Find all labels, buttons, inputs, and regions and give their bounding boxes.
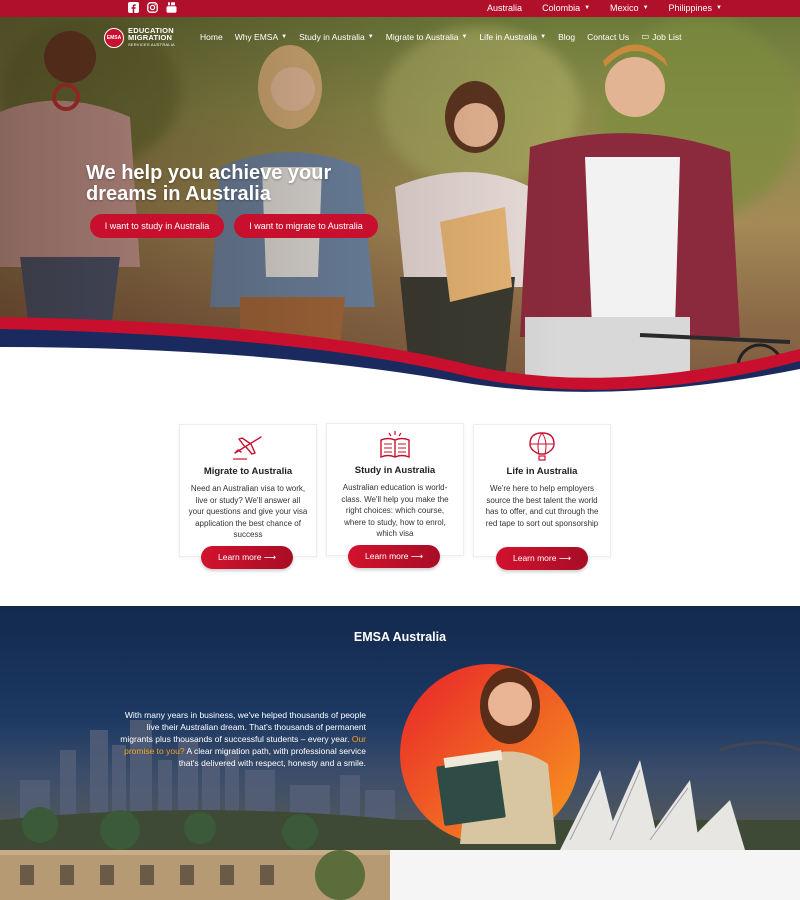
- study-cta-button[interactable]: I want to study in Australia: [90, 214, 224, 238]
- facebook-icon[interactable]: [128, 2, 139, 13]
- about-text: With many years in business, we've helpe…: [120, 710, 366, 768]
- card-text: Australian education is world-class. We'…: [341, 483, 449, 538]
- card-title: Study in Australia: [354, 465, 436, 476]
- site-logo[interactable]: EMSA EDUCATION MIGRATION SERVICES AUSTRA…: [104, 27, 175, 48]
- nav-study[interactable]: Study in Australia ▼: [293, 31, 380, 42]
- nav-life[interactable]: Life in Australia ▼: [473, 31, 552, 42]
- learn-more-life-button[interactable]: Learn more ⟶: [496, 547, 588, 570]
- caret-down-icon: ▼: [540, 33, 547, 40]
- bottom-building-image: [0, 850, 390, 900]
- nav-contact[interactable]: Contact Us: [581, 31, 635, 42]
- hero-title: We help you achieve your dreams in Austr…: [86, 162, 332, 205]
- top-bar: Australia Colombia ▼ Mexico ▼ Philippines ▼: [0, 0, 800, 17]
- card-text: Need an Australian visa to work, live or…: [188, 484, 308, 539]
- nav-blog[interactable]: Blog: [552, 31, 581, 42]
- caret-down-icon: ▼: [716, 5, 722, 11]
- hero-wave-divider: [0, 317, 800, 392]
- nav-job-list[interactable]: ▭ Job List: [635, 31, 687, 42]
- caret-down-icon: ▼: [367, 33, 374, 40]
- nav-home[interactable]: Home: [200, 31, 229, 42]
- caret-down-icon: ▼: [584, 5, 591, 11]
- service-card-life: Life in Australia We're here to help emp…: [473, 424, 611, 557]
- bottom-content-panel: [390, 850, 800, 900]
- logo-text: EDUCATION MIGRATION SERVICES AUSTRALIA: [128, 26, 175, 47]
- instagram-icon[interactable]: [147, 2, 158, 13]
- student-portrait-image: [400, 664, 580, 844]
- nav-migrate[interactable]: Migrate to Australia ▼: [380, 31, 474, 42]
- migrate-cta-button[interactable]: I want to migrate to Australia: [234, 214, 378, 238]
- logo-badge: EMSA: [104, 27, 124, 48]
- nav-why-emsa[interactable]: Why EMSA ▼: [229, 31, 293, 42]
- country-selector: Australia Colombia ▼ Mexico ▼ Philippines ▼: [487, 0, 732, 17]
- caret-down-icon: ▼: [642, 5, 649, 11]
- learn-more-study-button[interactable]: Learn more ⟶: [348, 545, 440, 568]
- hot-air-balloon-icon: [529, 432, 555, 461]
- country-colombia[interactable]: Colombia ▼: [532, 0, 600, 17]
- service-card-migrate: Migrate to Australia Need an Australian …: [179, 424, 317, 557]
- country-australia[interactable]: Australia: [487, 0, 532, 17]
- social-links: [128, 2, 177, 13]
- youtube-icon[interactable]: [166, 2, 177, 13]
- open-book-icon: [380, 431, 410, 459]
- service-card-study: Study in Australia Australian education …: [326, 423, 464, 556]
- main-nav: Home Why EMSA ▼ Study in Australia ▼ Migra…: [200, 31, 687, 42]
- card-title: Migrate to Australia: [203, 466, 293, 477]
- about-title: EMSA Australia: [353, 630, 447, 644]
- card-text: We're here to help employers source the …: [485, 484, 599, 528]
- caret-down-icon: ▼: [461, 33, 468, 40]
- card-title: Life in Australia: [506, 466, 578, 477]
- airplane-icon: [233, 436, 262, 460]
- briefcase-icon: ▭: [641, 31, 650, 41]
- caret-down-icon: ▼: [281, 33, 288, 40]
- country-philippines[interactable]: Philippines ▼: [659, 0, 732, 17]
- country-mexico[interactable]: Mexico ▼: [600, 0, 658, 17]
- about-section: EMSA Australia With many years in busine…: [0, 606, 800, 850]
- learn-more-migrate-button[interactable]: Learn more ⟶: [201, 546, 293, 569]
